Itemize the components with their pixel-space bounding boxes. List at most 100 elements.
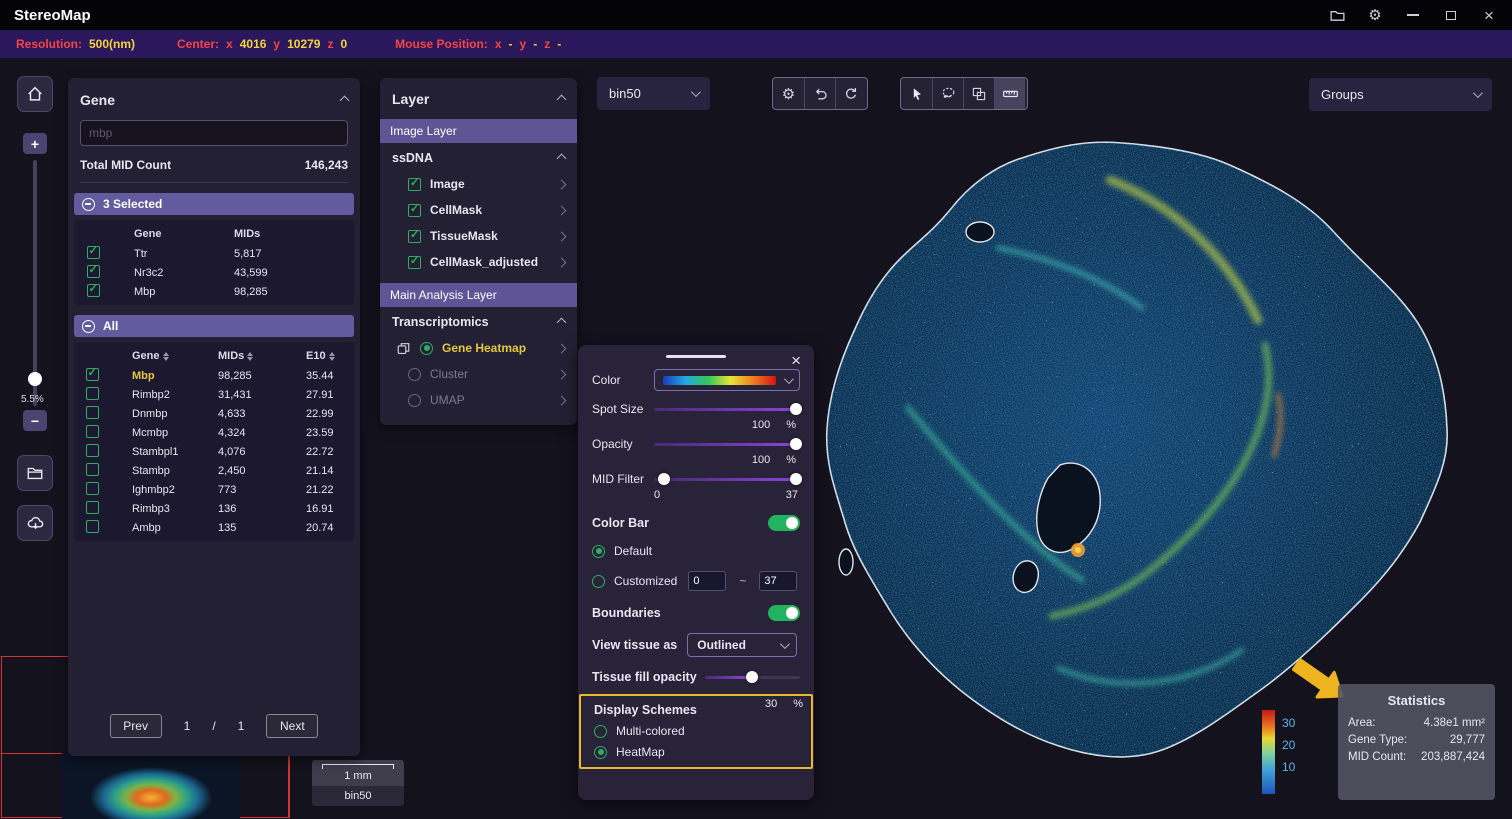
chevron-right-icon[interactable]	[557, 257, 567, 267]
color-bar-toggle[interactable]	[768, 515, 800, 531]
image-layer-row[interactable]: Image Layer	[380, 119, 577, 143]
open-folder-icon[interactable]	[1328, 6, 1346, 24]
chevron-right-icon[interactable]	[557, 343, 567, 353]
gene-checkbox[interactable]	[86, 501, 99, 514]
heatmap-radio[interactable]	[594, 746, 607, 759]
table-row[interactable]: Mbp 98,285	[78, 282, 350, 301]
mid-filter-range-slider[interactable]	[654, 473, 800, 486]
heatmap-settings-button[interactable]: ⚙	[773, 78, 804, 109]
boundaries-toggle[interactable]	[768, 605, 800, 621]
default-option-row[interactable]: Default	[592, 544, 800, 558]
bin-size-dropdown[interactable]: bin50	[597, 77, 710, 110]
range-handle-max[interactable]	[790, 473, 802, 485]
layer-item-cluster[interactable]: Cluster	[392, 361, 565, 387]
prev-page-button[interactable]: Prev	[110, 714, 162, 738]
tissue-fill-slider[interactable]	[705, 671, 800, 684]
gene-checkbox[interactable]	[86, 406, 99, 419]
customized-option-row[interactable]: Customized ~	[592, 571, 800, 591]
refresh-button[interactable]	[835, 78, 866, 109]
file-manager-button[interactable]	[17, 455, 53, 491]
minimize-button[interactable]	[1404, 6, 1422, 24]
sort-icon[interactable]	[329, 352, 335, 361]
gene-search-input[interactable]	[80, 120, 348, 146]
gene-checkbox[interactable]	[87, 246, 100, 259]
undo-button[interactable]	[804, 78, 835, 109]
color-scheme-dropdown[interactable]	[654, 369, 800, 391]
chevron-right-icon[interactable]	[557, 205, 567, 215]
selected-section-header[interactable]: 3 Selected	[74, 193, 354, 215]
spot-size-slider[interactable]	[654, 403, 800, 416]
table-row[interactable]: Stambpl1 4,076 22.72	[78, 442, 350, 461]
table-row[interactable]: Mbp 98,285 35.44	[78, 366, 350, 385]
layer-item-image[interactable]: Image	[392, 171, 565, 197]
col-gene[interactable]: Gene	[106, 350, 200, 362]
layer-checkbox[interactable]	[408, 256, 421, 269]
collapse-minus-icon[interactable]	[82, 198, 95, 211]
sort-icon[interactable]	[247, 352, 253, 361]
gene-panel-header[interactable]: Gene	[80, 88, 348, 112]
opacity-slider[interactable]	[654, 438, 800, 451]
layer-item-cellmask[interactable]: CellMask	[392, 197, 565, 223]
table-row[interactable]: Rimbp2 31,431 27.91	[78, 385, 350, 404]
gene-checkbox[interactable]	[87, 265, 100, 278]
minimap-thumbnail[interactable]	[62, 753, 240, 819]
layer-panel-header[interactable]: Layer	[392, 87, 565, 111]
gene-checkbox[interactable]	[86, 482, 99, 495]
table-row[interactable]: Rimbp3 136 16.91	[78, 499, 350, 518]
slider-handle[interactable]	[790, 438, 802, 450]
sort-icon[interactable]	[163, 352, 169, 361]
custom-min-input[interactable]	[688, 571, 726, 591]
default-radio[interactable]	[592, 545, 605, 558]
gene-checkbox[interactable]	[86, 463, 99, 476]
layer-radio[interactable]	[408, 368, 421, 381]
layer-checkbox[interactable]	[408, 204, 421, 217]
collapse-chevron-icon[interactable]	[557, 94, 567, 104]
heatmap-option[interactable]: HeatMap	[594, 745, 798, 759]
main-analysis-layer-row[interactable]: Main Analysis Layer	[380, 283, 577, 307]
range-handle-min[interactable]	[658, 473, 670, 485]
gene-checkbox[interactable]	[86, 425, 99, 438]
view-tissue-dropdown[interactable]: Outlined	[687, 633, 797, 657]
layer-radio[interactable]	[420, 342, 433, 355]
home-button[interactable]	[17, 76, 53, 112]
all-section-header[interactable]: All	[74, 315, 354, 337]
lasso-tool-button[interactable]	[932, 78, 963, 109]
col-mids[interactable]: MIDs	[200, 350, 288, 362]
slider-handle[interactable]	[790, 403, 802, 415]
collapse-chevron-icon[interactable]	[557, 153, 567, 163]
collapse-chevron-icon[interactable]	[557, 317, 567, 327]
layer-checkbox[interactable]	[408, 178, 421, 191]
gene-checkbox[interactable]	[86, 444, 99, 457]
measure-tool-button[interactable]	[994, 78, 1025, 109]
table-row[interactable]: Nr3c2 43,599	[78, 263, 350, 282]
table-row[interactable]: Dnmbp 4,633 22.99	[78, 404, 350, 423]
chevron-right-icon[interactable]	[557, 395, 567, 405]
gene-checkbox[interactable]	[86, 368, 99, 381]
layer-item-tissuemask[interactable]: TissueMask	[392, 223, 565, 249]
slider-handle[interactable]	[746, 671, 758, 683]
custom-max-input[interactable]	[759, 571, 797, 591]
groups-dropdown[interactable]: Groups	[1309, 78, 1492, 111]
layer-item-umap[interactable]: UMAP	[392, 387, 565, 413]
table-row[interactable]: Ttr 5,817	[78, 244, 350, 263]
zoom-out-button[interactable]: −	[23, 410, 47, 431]
collapse-chevron-icon[interactable]	[340, 95, 350, 105]
layer-radio[interactable]	[408, 394, 421, 407]
zoom-slider-track[interactable]	[33, 160, 37, 406]
settings-gear-icon[interactable]: ⚙	[1366, 6, 1384, 24]
transcriptomics-section[interactable]: Transcriptomics	[392, 309, 565, 335]
zoom-in-button[interactable]: +	[23, 133, 47, 154]
gene-checkbox[interactable]	[87, 284, 100, 297]
close-popup-button[interactable]: ×	[791, 352, 801, 369]
maximize-button[interactable]	[1442, 6, 1460, 24]
customized-radio[interactable]	[592, 575, 605, 588]
layer-checkbox[interactable]	[408, 230, 421, 243]
merge-tool-button[interactable]	[963, 78, 994, 109]
zoom-slider-handle[interactable]	[28, 372, 42, 386]
layer-item-cellmask-adjusted[interactable]: CellMask_adjusted	[392, 249, 565, 275]
ssdna-section[interactable]: ssDNA	[392, 145, 565, 171]
drag-handle[interactable]	[666, 355, 726, 358]
next-page-button[interactable]: Next	[266, 714, 318, 738]
chevron-right-icon[interactable]	[557, 369, 567, 379]
cloud-export-button[interactable]	[17, 505, 53, 541]
